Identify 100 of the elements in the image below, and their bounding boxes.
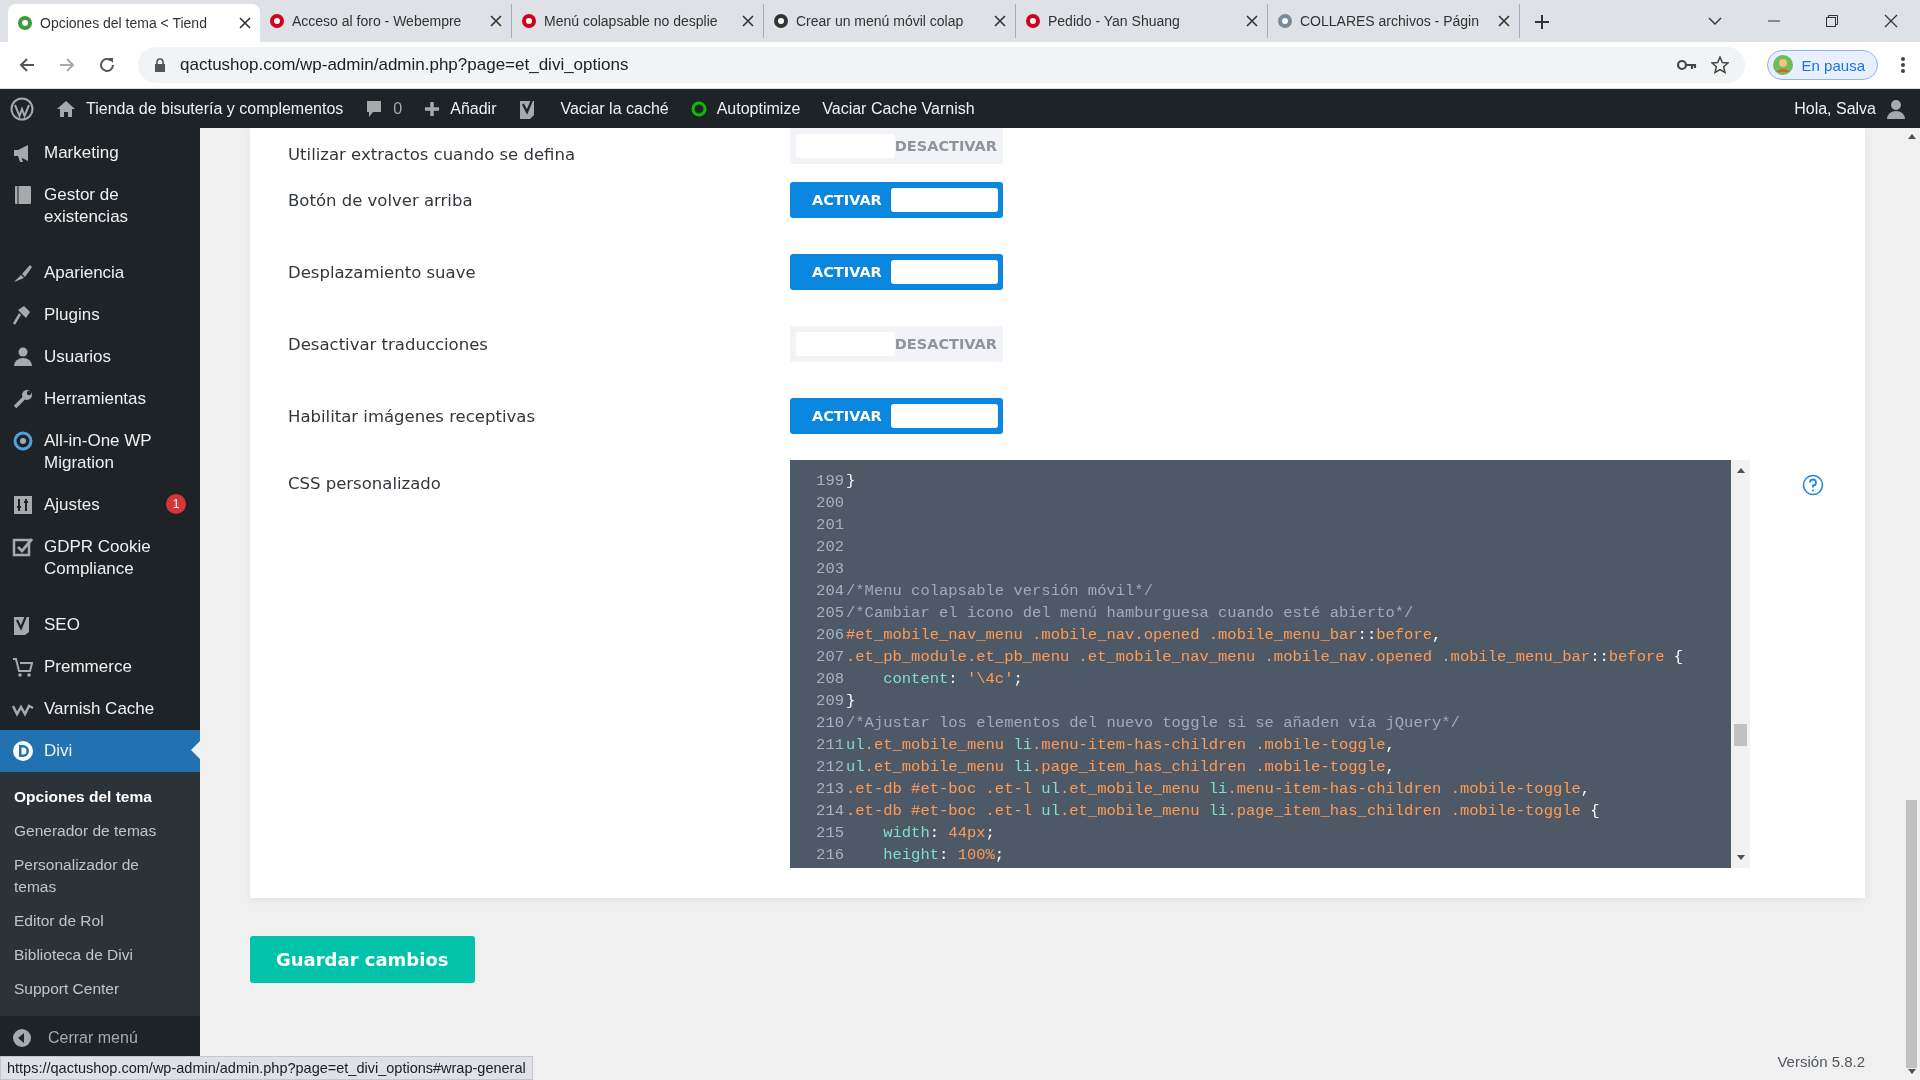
sidebar-item[interactable]: Divi: [0, 730, 200, 772]
status-ring-icon: [690, 100, 707, 117]
key-icon[interactable]: [1676, 59, 1697, 71]
new-tab-icon[interactable]: [1534, 14, 1550, 30]
scroll-down-icon[interactable]: [1735, 854, 1746, 862]
close-icon[interactable]: [490, 15, 502, 27]
code-line: .et-db #et-boc .et-l ul.et_mobile_menu li.page_item_has_children .mobile-toggle {: [846, 801, 1600, 822]
submenu-item[interactable]: Support Center: [0, 972, 178, 1006]
code-editor[interactable]: [790, 460, 1731, 868]
sidebar-item[interactable]: Premmerce: [0, 646, 200, 688]
scroll-thumb[interactable]: [1734, 724, 1747, 746]
star-icon[interactable]: [1710, 56, 1729, 74]
site-icon: [773, 13, 789, 29]
close-icon[interactable]: [1246, 15, 1258, 27]
scroll-up-icon[interactable]: [1735, 466, 1746, 474]
close-icon[interactable]: [1884, 14, 1898, 28]
sidebar-item[interactable]: Marketing: [0, 132, 200, 174]
line-number: 204: [815, 581, 844, 602]
back-icon[interactable]: [18, 56, 36, 74]
browser-tab[interactable]: COLLARES archivos - Págin: [1268, 4, 1520, 38]
sidebar-label: Usuarios: [44, 346, 113, 368]
tab-title: Opciones del tema < Tiend: [40, 15, 208, 31]
sidebar-item[interactable]: SEO: [0, 604, 200, 646]
sidebar-item[interactable]: GDPR Cookie Compliance: [0, 526, 200, 590]
close-icon[interactable]: [239, 17, 251, 29]
browser-tab[interactable]: Pedido - Yan Shuang: [1016, 4, 1268, 38]
comments-link[interactable]: 0: [365, 99, 403, 118]
sidebar-item[interactable]: Herramientas: [0, 378, 200, 420]
sidebar-item[interactable]: Varnish Cache: [0, 688, 200, 730]
more-icon[interactable]: [1900, 56, 1906, 74]
toggle-switch[interactable]: ACTIVAR: [790, 182, 1003, 218]
admin-bar-link[interactable]: Vaciar la caché: [560, 99, 669, 118]
version-text: Versión 5.8.2: [1777, 1053, 1865, 1070]
close-icon[interactable]: [742, 15, 754, 27]
tab-title: Pedido - Yan Shuang: [1048, 13, 1181, 29]
close-icon[interactable]: [994, 15, 1006, 27]
code-line: height: 100%;: [882, 845, 1005, 866]
user-avatar-icon: [1886, 98, 1906, 119]
tab-title: COLLARES archivos - Págin: [1300, 13, 1480, 29]
count-badge: 1: [166, 494, 186, 514]
setting-label: Desactivar traducciones: [288, 334, 489, 354]
sidebar-label: SEO: [44, 614, 81, 636]
account-link[interactable]: Hola, Salva: [1794, 98, 1906, 119]
site-icon: [521, 13, 537, 29]
toggle-switch[interactable]: ACTIVAR: [790, 254, 1003, 290]
scroll-thumb[interactable]: [1906, 800, 1917, 1068]
line-number: 211: [815, 735, 844, 756]
book-icon: [12, 184, 34, 206]
code-line: width: 44px;: [882, 823, 995, 844]
sidebar-label: All-in-One WP Migration: [44, 430, 153, 474]
line-number: 208: [815, 669, 844, 690]
code-line: content: '\4c';: [882, 669, 1023, 690]
code-line: ul.et_mobile_menu li.menu-item-has-children .mobile-toggle,: [846, 735, 1395, 756]
address-bar[interactable]: qactushop.com/wp-admin/admin.php?page=et_divi_options: [138, 47, 1745, 83]
lock-icon: [154, 58, 166, 72]
admin-bar-link[interactable]: Vaciar Cache Varnish: [822, 99, 975, 118]
sidebar-item[interactable]: Ajustes 1: [0, 484, 200, 526]
browser-tab[interactable]: Crear un menú móvil colap: [764, 4, 1016, 38]
browser-tab[interactable]: Menú colapsable no desplie: [512, 4, 764, 38]
submenu-item[interactable]: Biblioteca de Divi: [0, 938, 178, 972]
person-icon: [12, 346, 34, 368]
line-number: 216: [815, 845, 844, 866]
setting-label: Desplazamiento suave: [288, 262, 477, 282]
line-number: 214: [815, 801, 844, 822]
sidebar-item[interactable]: Usuarios: [0, 336, 200, 378]
site-name-link[interactable]: Tienda de bisutería y complementos: [56, 99, 344, 118]
line-number: 200: [815, 493, 844, 514]
home-icon: [56, 99, 76, 118]
sidebar-label: GDPR Cookie Compliance: [44, 536, 152, 580]
tab-title: Menú colapsable no desplie: [544, 13, 719, 29]
submenu-item[interactable]: Opciones del tema: [0, 780, 178, 814]
sidebar-label: Herramientas: [44, 388, 148, 410]
scroll-up-icon[interactable]: [1906, 132, 1917, 140]
admin-bar-link[interactable]: Autoptimize: [690, 99, 801, 118]
chevron-down-icon[interactable]: [1708, 16, 1722, 26]
submenu-item[interactable]: Editor de Rol: [0, 904, 178, 938]
scrollbar[interactable]: [1731, 460, 1750, 868]
sidebar-item[interactable]: Plugins: [0, 294, 200, 336]
line-number: 205: [815, 603, 844, 624]
browser-tab[interactable]: Acceso al foro - Webempre: [260, 4, 512, 38]
restore-icon[interactable]: [1826, 15, 1838, 27]
sidebar-item[interactable]: All-in-One WP Migration: [0, 420, 200, 484]
new-content-link[interactable]: Añadir: [424, 99, 497, 118]
tab-title: Crear un menú móvil colap: [796, 13, 965, 29]
code-line: }: [846, 471, 856, 492]
wordpress-logo-icon[interactable]: [10, 96, 34, 121]
tab-title: Acceso al foro - Webempre: [292, 13, 463, 29]
help-icon[interactable]: [1802, 474, 1824, 496]
submenu-item[interactable]: Generador de temas: [0, 814, 178, 848]
reload-icon[interactable]: [98, 56, 116, 74]
browser-tab[interactable]: Opciones del tema < Tiend: [8, 4, 260, 42]
submenu-item[interactable]: Personalizador de temas: [0, 848, 178, 904]
plus-icon: [424, 100, 441, 117]
sidebar-item[interactable]: Gestor de existencias: [0, 174, 200, 238]
toggle-switch[interactable]: ACTIVAR: [790, 398, 1003, 434]
sidebar-item[interactable]: Apariencia: [0, 252, 200, 294]
close-icon[interactable]: [1498, 15, 1510, 27]
line-number: 209: [815, 691, 844, 712]
profile-button[interactable]: En pausa: [1766, 50, 1878, 80]
code-line: .et_pb_module.et_pb_menu .et_mobile_nav_menu .mobile_nav.opened .mobile_menu_bar::before {: [846, 647, 1684, 668]
